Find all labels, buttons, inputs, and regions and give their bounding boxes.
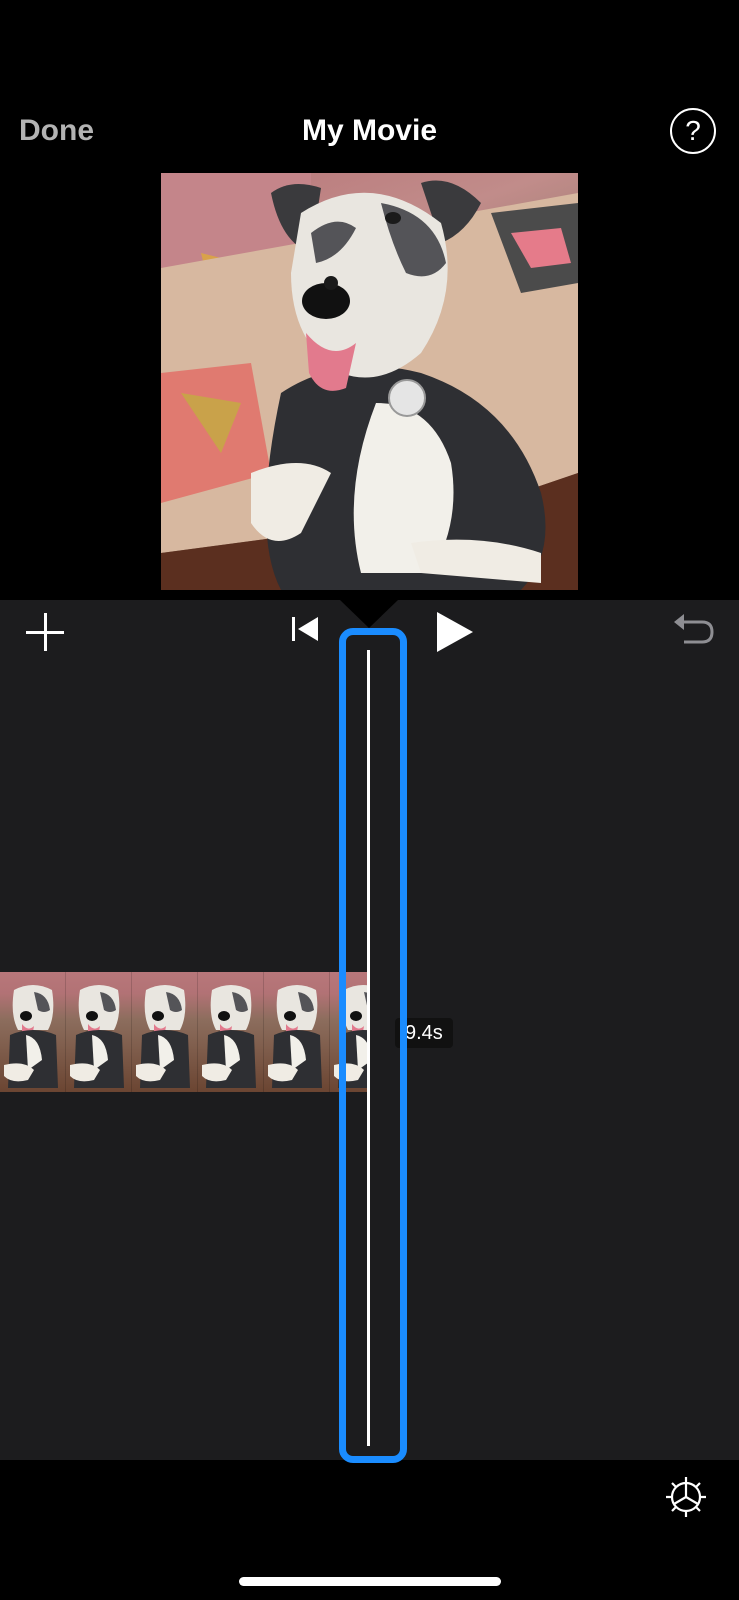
gear-icon[interactable] bbox=[664, 1475, 708, 1519]
video-clip-filmstrip[interactable] bbox=[0, 972, 369, 1092]
dog-thumbnail bbox=[202, 985, 256, 1088]
clip-frame bbox=[264, 972, 330, 1092]
undo-icon[interactable] bbox=[670, 610, 716, 650]
play-icon[interactable] bbox=[433, 610, 477, 654]
dog-preview-image bbox=[161, 173, 578, 590]
home-indicator[interactable] bbox=[239, 1577, 501, 1586]
navigation-header: Done My Movie ? bbox=[0, 100, 739, 166]
video-preview[interactable] bbox=[161, 173, 578, 590]
skip-to-start-icon[interactable] bbox=[290, 612, 324, 646]
playhead-highlight[interactable] bbox=[339, 628, 407, 1463]
project-title: My Movie bbox=[301, 114, 438, 147]
playhead-pointer bbox=[340, 600, 398, 628]
help-button[interactable]: ? bbox=[670, 108, 716, 154]
clip-frame bbox=[66, 972, 132, 1092]
question-mark-icon: ? bbox=[685, 115, 701, 146]
dog-thumbnail bbox=[268, 985, 322, 1088]
plus-icon[interactable] bbox=[24, 611, 66, 653]
clip-frame bbox=[198, 972, 264, 1092]
clip-frame bbox=[132, 972, 198, 1092]
timeline-panel: 9.4s bbox=[0, 600, 739, 1463]
dog-thumbnail bbox=[70, 985, 124, 1088]
imovie-editor-screen: Done My Movie ? 9.4s bbox=[0, 0, 739, 1600]
clip-frame bbox=[0, 972, 66, 1092]
playhead-line bbox=[367, 650, 370, 1446]
dog-thumbnail bbox=[4, 985, 58, 1088]
dog-thumbnail bbox=[136, 985, 190, 1088]
